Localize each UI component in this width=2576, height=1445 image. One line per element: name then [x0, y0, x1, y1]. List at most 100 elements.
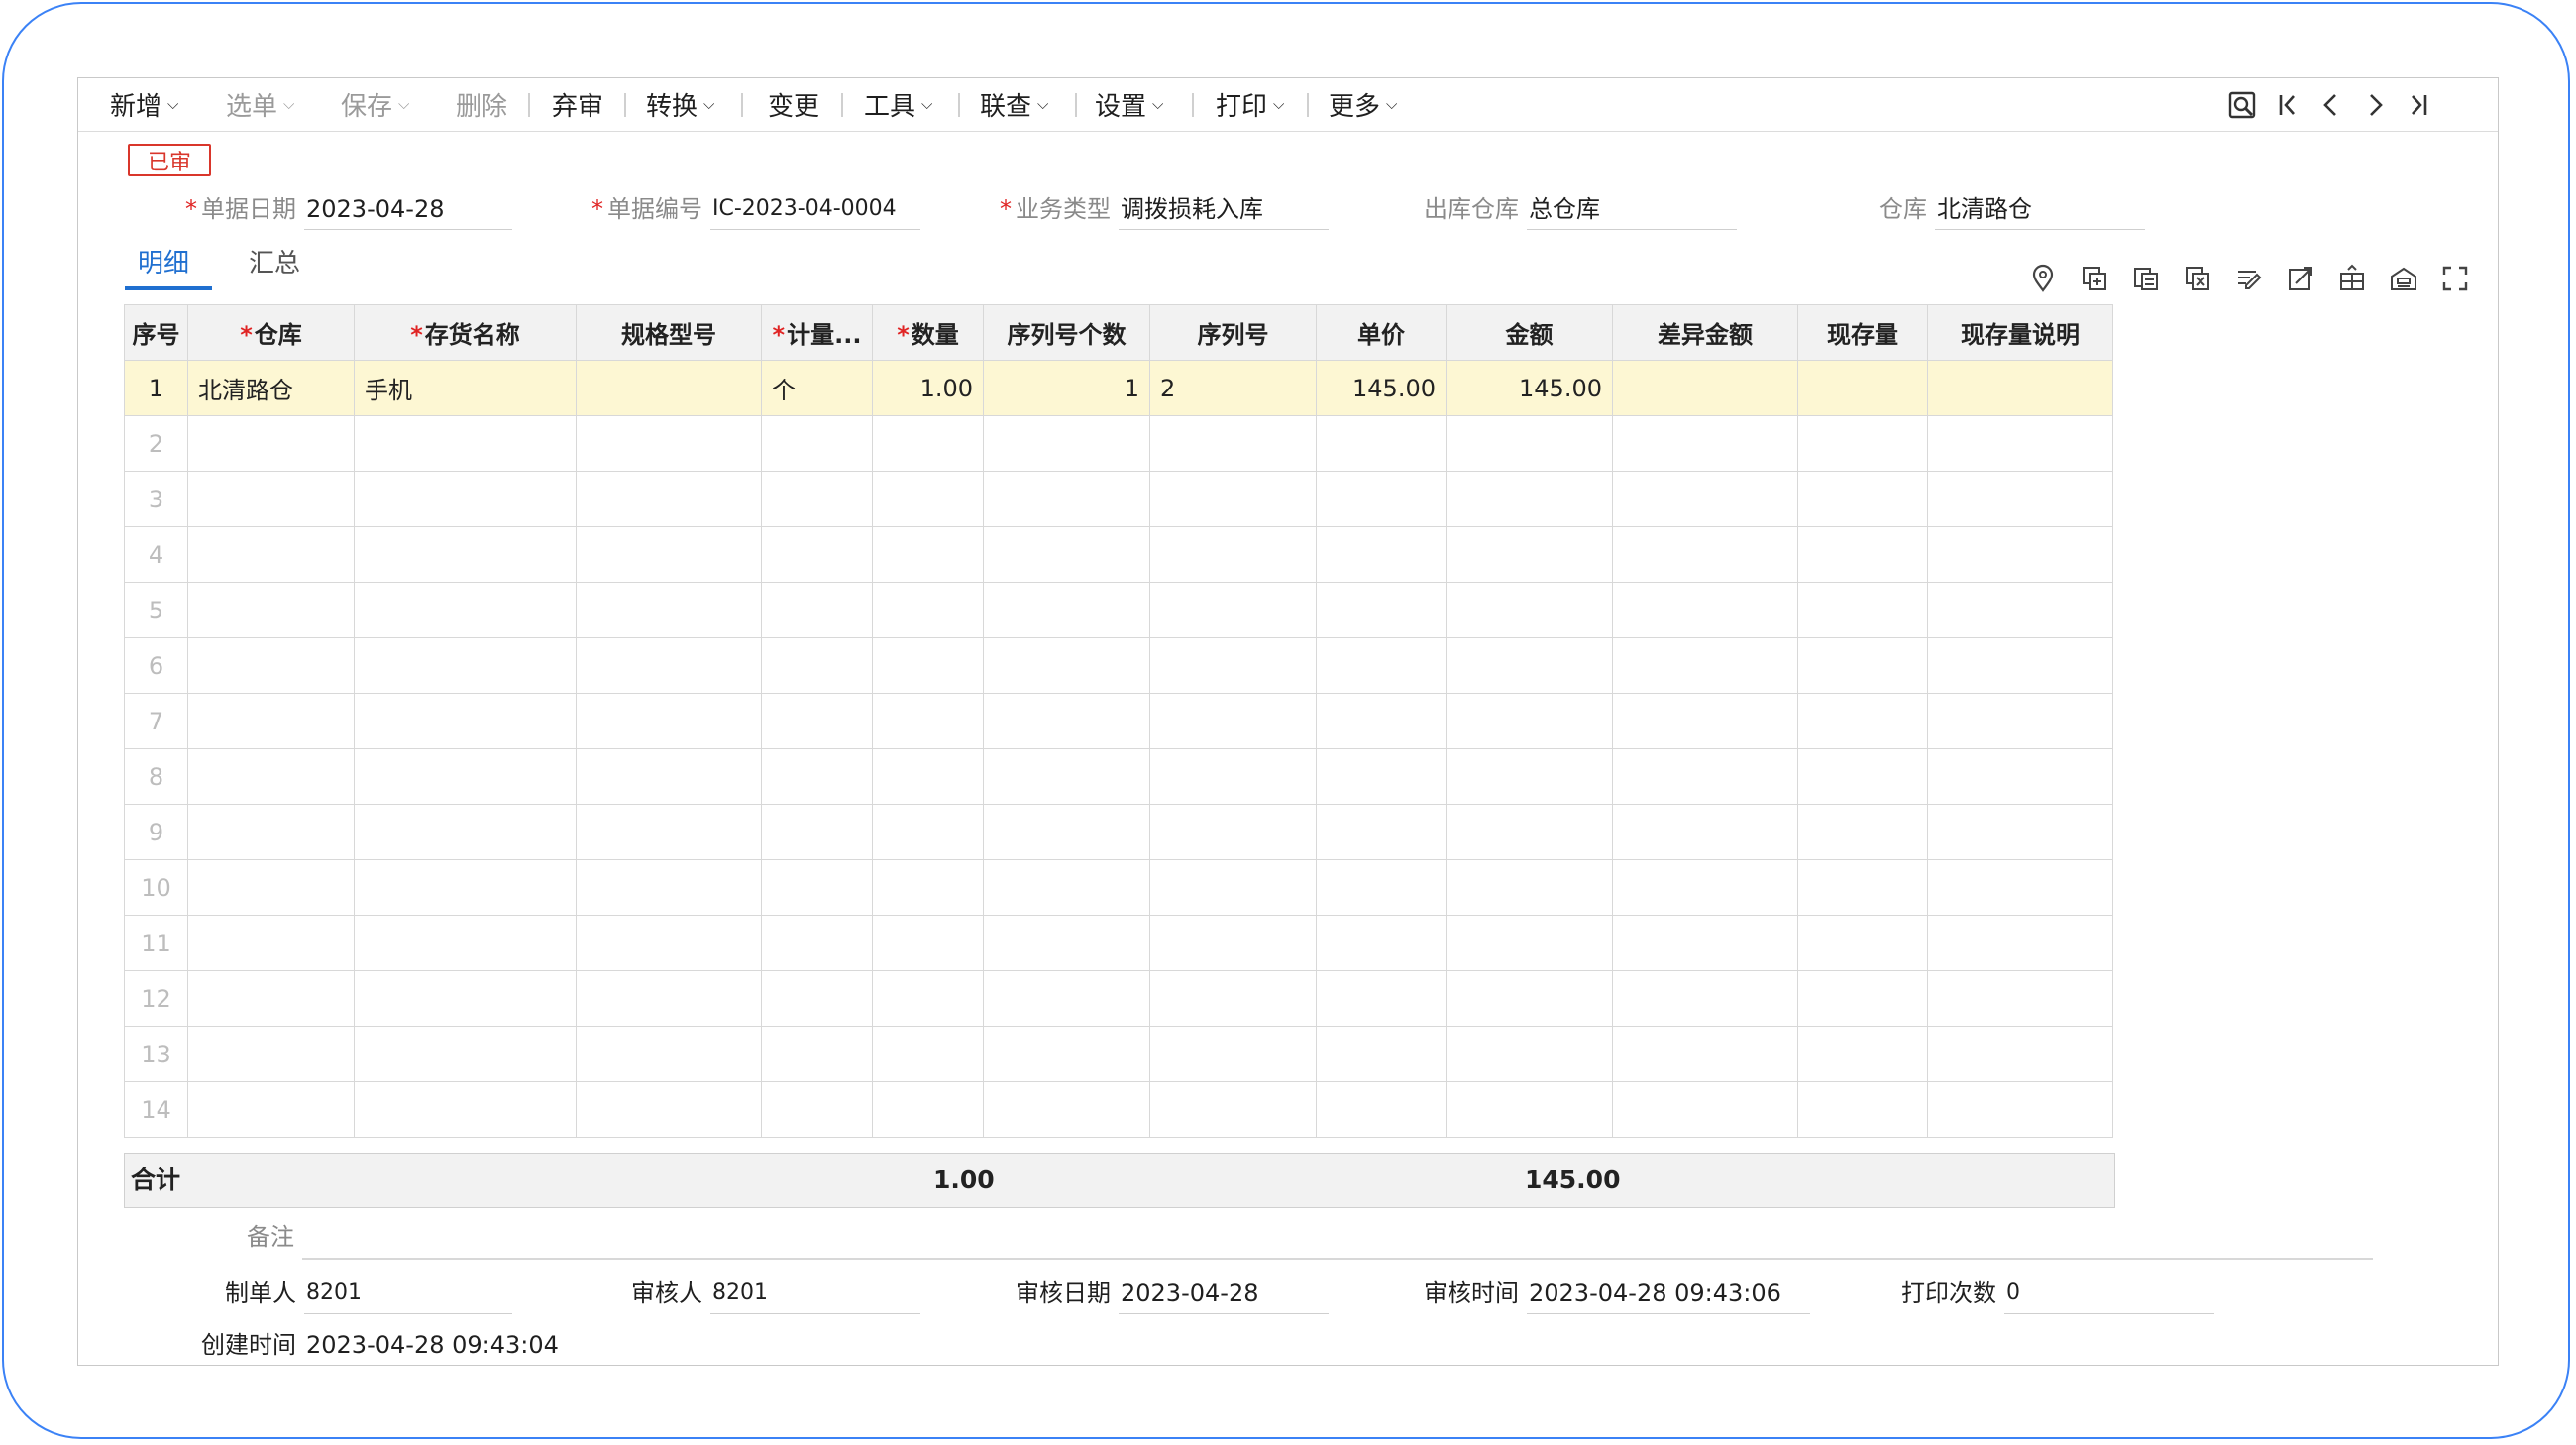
cell-sn-count[interactable]: [983, 637, 1150, 694]
cell-diff[interactable]: [1612, 415, 1798, 472]
cell-sn[interactable]: [1149, 471, 1317, 527]
cell-spec[interactable]: [576, 1081, 762, 1138]
cell-unit[interactable]: [761, 526, 873, 583]
cell-diff[interactable]: [1612, 1026, 1798, 1082]
cell-sn[interactable]: 2: [1149, 360, 1317, 416]
cell-unit[interactable]: [761, 1026, 873, 1082]
column-header[interactable]: 现存量说明: [1927, 304, 2113, 361]
cell-sn[interactable]: [1149, 693, 1317, 749]
cell-price[interactable]: [1316, 804, 1447, 860]
cell-unit[interactable]: [761, 693, 873, 749]
cell-unit[interactable]: [761, 970, 873, 1027]
cell-qty[interactable]: [872, 859, 984, 916]
toolbar-delete-button[interactable]: 删除: [456, 78, 507, 131]
cell-qty[interactable]: [872, 1081, 984, 1138]
cell-item[interactable]: [354, 804, 577, 860]
cell-stock[interactable]: [1797, 582, 1928, 638]
cell-stock[interactable]: [1797, 1081, 1928, 1138]
cell-qty[interactable]: [872, 693, 984, 749]
cell-unit[interactable]: [761, 582, 873, 638]
cell-diff[interactable]: [1612, 970, 1798, 1027]
fullscreen-icon[interactable]: [2438, 262, 2472, 295]
cell-warehouse[interactable]: [187, 637, 355, 694]
table-row[interactable]: 9: [124, 804, 2113, 860]
delete-row-icon[interactable]: [2181, 262, 2214, 295]
cell-spec[interactable]: [576, 970, 762, 1027]
cell-spec[interactable]: [576, 804, 762, 860]
cell-warehouse[interactable]: [187, 970, 355, 1027]
table-row[interactable]: 2: [124, 415, 2113, 472]
cell-qty[interactable]: [872, 471, 984, 527]
cell-sn-count[interactable]: [983, 415, 1150, 472]
toolbar-save-button[interactable]: 保存 ⌵: [341, 78, 409, 131]
cell-spec[interactable]: [576, 1026, 762, 1082]
cell-stock[interactable]: [1797, 859, 1928, 916]
cell-price[interactable]: [1316, 582, 1447, 638]
cell-unit[interactable]: [761, 1081, 873, 1138]
column-setting-icon[interactable]: [2335, 262, 2369, 295]
cell-item[interactable]: [354, 748, 577, 805]
toolbar-add-button[interactable]: 新增 ⌵: [110, 78, 178, 131]
cell-amount[interactable]: [1446, 582, 1613, 638]
cell-diff[interactable]: [1612, 748, 1798, 805]
toolbar-tools-button[interactable]: 工具 ⌵: [864, 78, 932, 131]
cell-warehouse[interactable]: [187, 693, 355, 749]
table-row[interactable]: 13: [124, 1026, 2113, 1082]
cell-qty[interactable]: [872, 1026, 984, 1082]
column-header[interactable]: 规格型号: [576, 304, 762, 361]
cell-spec[interactable]: [576, 582, 762, 638]
cell-unit[interactable]: 个: [761, 360, 873, 416]
cell-stock-note[interactable]: [1927, 360, 2113, 416]
out-warehouse-select[interactable]: 总仓库: [1527, 188, 1737, 230]
cell-stock-note[interactable]: [1927, 859, 2113, 916]
cell-amount[interactable]: [1446, 471, 1613, 527]
cell-amount[interactable]: [1446, 804, 1613, 860]
cell-qty[interactable]: [872, 415, 984, 472]
cell-amount[interactable]: [1446, 637, 1613, 694]
cell-stock-note[interactable]: [1927, 1081, 2113, 1138]
cell-price[interactable]: [1316, 471, 1447, 527]
cell-stock[interactable]: [1797, 415, 1928, 472]
cell-diff[interactable]: [1612, 360, 1798, 416]
cell-stock[interactable]: [1797, 1026, 1928, 1082]
cell-spec[interactable]: [576, 859, 762, 916]
cell-amount[interactable]: [1446, 970, 1613, 1027]
column-header[interactable]: *计量...: [761, 304, 873, 361]
column-header[interactable]: 金额: [1446, 304, 1613, 361]
cell-diff[interactable]: [1612, 859, 1798, 916]
cell-sn-count[interactable]: [983, 582, 1150, 638]
cell-warehouse[interactable]: [187, 582, 355, 638]
cell-warehouse[interactable]: [187, 1081, 355, 1138]
cell-spec[interactable]: [576, 471, 762, 527]
cell-item[interactable]: [354, 471, 577, 527]
cell-stock[interactable]: [1797, 804, 1928, 860]
cell-warehouse[interactable]: [187, 1026, 355, 1082]
cell-price[interactable]: 145.00: [1316, 360, 1447, 416]
toolbar-convert-button[interactable]: 转换 ⌵: [646, 78, 714, 131]
cell-item[interactable]: [354, 1026, 577, 1082]
table-row[interactable]: 7: [124, 693, 2113, 749]
cell-item[interactable]: [354, 1081, 577, 1138]
table-row[interactable]: 4: [124, 526, 2113, 583]
remark-input[interactable]: [302, 1258, 2373, 1260]
toolbar-unaudit-button[interactable]: 弃审: [552, 78, 603, 131]
cell-spec[interactable]: [576, 748, 762, 805]
cell-qty[interactable]: [872, 915, 984, 971]
table-row[interactable]: 11: [124, 915, 2113, 971]
location-icon[interactable]: [2026, 262, 2060, 295]
cell-item[interactable]: [354, 526, 577, 583]
cell-item[interactable]: 手机: [354, 360, 577, 416]
cell-item[interactable]: [354, 637, 577, 694]
cell-sn[interactable]: [1149, 1081, 1317, 1138]
cell-diff[interactable]: [1612, 582, 1798, 638]
column-header[interactable]: *仓库: [187, 304, 355, 361]
cell-diff[interactable]: [1612, 637, 1798, 694]
toolbar-related-query-button[interactable]: 联查 ⌵: [980, 78, 1048, 131]
cell-diff[interactable]: [1612, 693, 1798, 749]
cell-sn-count[interactable]: [983, 1026, 1150, 1082]
column-header[interactable]: *存货名称: [354, 304, 577, 361]
cell-stock-note[interactable]: [1927, 582, 2113, 638]
warehouse-icon[interactable]: [2387, 262, 2420, 295]
cell-sn[interactable]: [1149, 915, 1317, 971]
cell-amount[interactable]: [1446, 526, 1613, 583]
